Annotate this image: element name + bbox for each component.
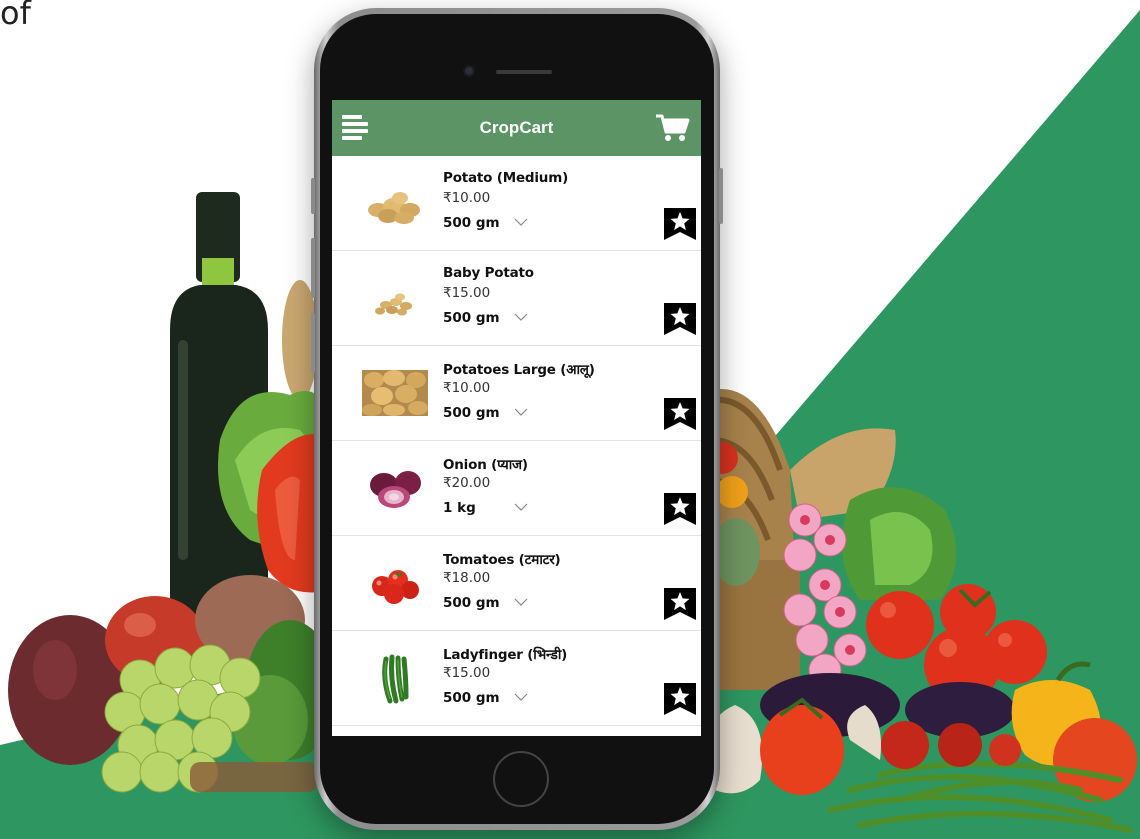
star-bookmark-icon[interactable] — [664, 208, 696, 240]
baby-potato-image — [375, 293, 412, 316]
chevron-down-icon — [514, 503, 528, 511]
phone-volume-up — [311, 238, 315, 298]
quantity-dropdown[interactable]: 1 kg — [443, 497, 533, 519]
promo-stage: of CropCart Potato (Medium) ₹10.00 500 g… — [0, 0, 1140, 839]
chevron-down-icon — [514, 313, 528, 321]
product-price: ₹10.00 — [443, 190, 491, 206]
quantity-value: 500 gm — [443, 215, 500, 231]
product-name: Tomatoes (टमाटर) — [443, 552, 561, 568]
product-item[interactable]: Baby Potato ₹15.00 500 gm — [332, 251, 701, 346]
potato-image — [368, 192, 420, 224]
phone-mute-switch — [311, 178, 315, 214]
star-bookmark-icon[interactable] — [664, 303, 696, 335]
tomato-image — [372, 570, 419, 604]
product-name: Onion (प्याज) — [443, 457, 528, 473]
product-price: ₹18.00 — [443, 570, 491, 586]
chevron-down-icon — [514, 598, 528, 606]
product-list: Potato (Medium) ₹10.00 500 gm Baby Potat… — [332, 156, 701, 726]
potatoes-large-image — [362, 370, 428, 416]
phone-power-button — [719, 168, 723, 224]
quantity-value: 1 kg — [443, 500, 476, 516]
product-item[interactable]: Potato (Medium) ₹10.00 500 gm — [332, 156, 701, 251]
corner-text-fragment: of — [0, 0, 31, 32]
star-bookmark-icon[interactable] — [664, 398, 696, 430]
quantity-value: 500 gm — [443, 405, 500, 421]
front-camera — [463, 65, 475, 77]
quantity-value: 500 gm — [443, 595, 500, 611]
app-header: CropCart — [332, 100, 701, 156]
quantity-dropdown[interactable]: 500 gm — [443, 307, 533, 329]
quantity-dropdown[interactable]: 500 gm — [443, 687, 533, 709]
product-item[interactable]: Tomatoes (टमाटर) ₹18.00 500 gm — [332, 536, 701, 631]
star-bookmark-icon[interactable] — [664, 493, 696, 525]
app-title: CropCart — [479, 118, 554, 137]
onion-image — [370, 471, 421, 508]
product-price: ₹15.00 — [443, 665, 491, 681]
quantity-value: 500 gm — [443, 690, 500, 706]
chevron-down-icon — [514, 218, 528, 226]
phone-screen: CropCart Potato (Medium) ₹10.00 500 gm B… — [332, 100, 701, 736]
quantity-dropdown[interactable]: 500 gm — [443, 402, 533, 424]
product-item[interactable]: Ladyfinger (भिन्डी) ₹15.00 500 gm — [332, 631, 701, 726]
left-produce-illustration — [8, 192, 335, 793]
chevron-down-icon — [514, 408, 528, 416]
quantity-dropdown[interactable]: 500 gm — [443, 592, 533, 614]
quantity-dropdown[interactable]: 500 gm — [443, 212, 533, 234]
phone-volume-down — [311, 313, 315, 373]
product-price: ₹20.00 — [443, 475, 491, 491]
product-price: ₹15.00 — [443, 285, 491, 301]
product-name: Potatoes Large (आलू) — [443, 362, 595, 378]
ladyfinger-image — [382, 654, 409, 704]
star-bookmark-icon[interactable] — [664, 588, 696, 620]
shopping-cart-icon[interactable] — [654, 112, 690, 144]
product-price: ₹10.00 — [443, 380, 491, 396]
star-bookmark-icon[interactable] — [664, 683, 696, 715]
chevron-down-icon — [514, 693, 528, 701]
home-button[interactable] — [493, 751, 549, 807]
product-item[interactable]: Onion (प्याज) ₹20.00 1 kg — [332, 441, 701, 536]
earpiece-speaker — [496, 70, 552, 74]
product-item[interactable]: Potatoes Large (आलू) ₹10.00 500 gm — [332, 346, 701, 441]
product-name: Baby Potato — [443, 265, 534, 281]
product-name: Ladyfinger (भिन्डी) — [443, 647, 568, 663]
product-name: Potato (Medium) — [443, 170, 569, 186]
quantity-value: 500 gm — [443, 310, 500, 326]
